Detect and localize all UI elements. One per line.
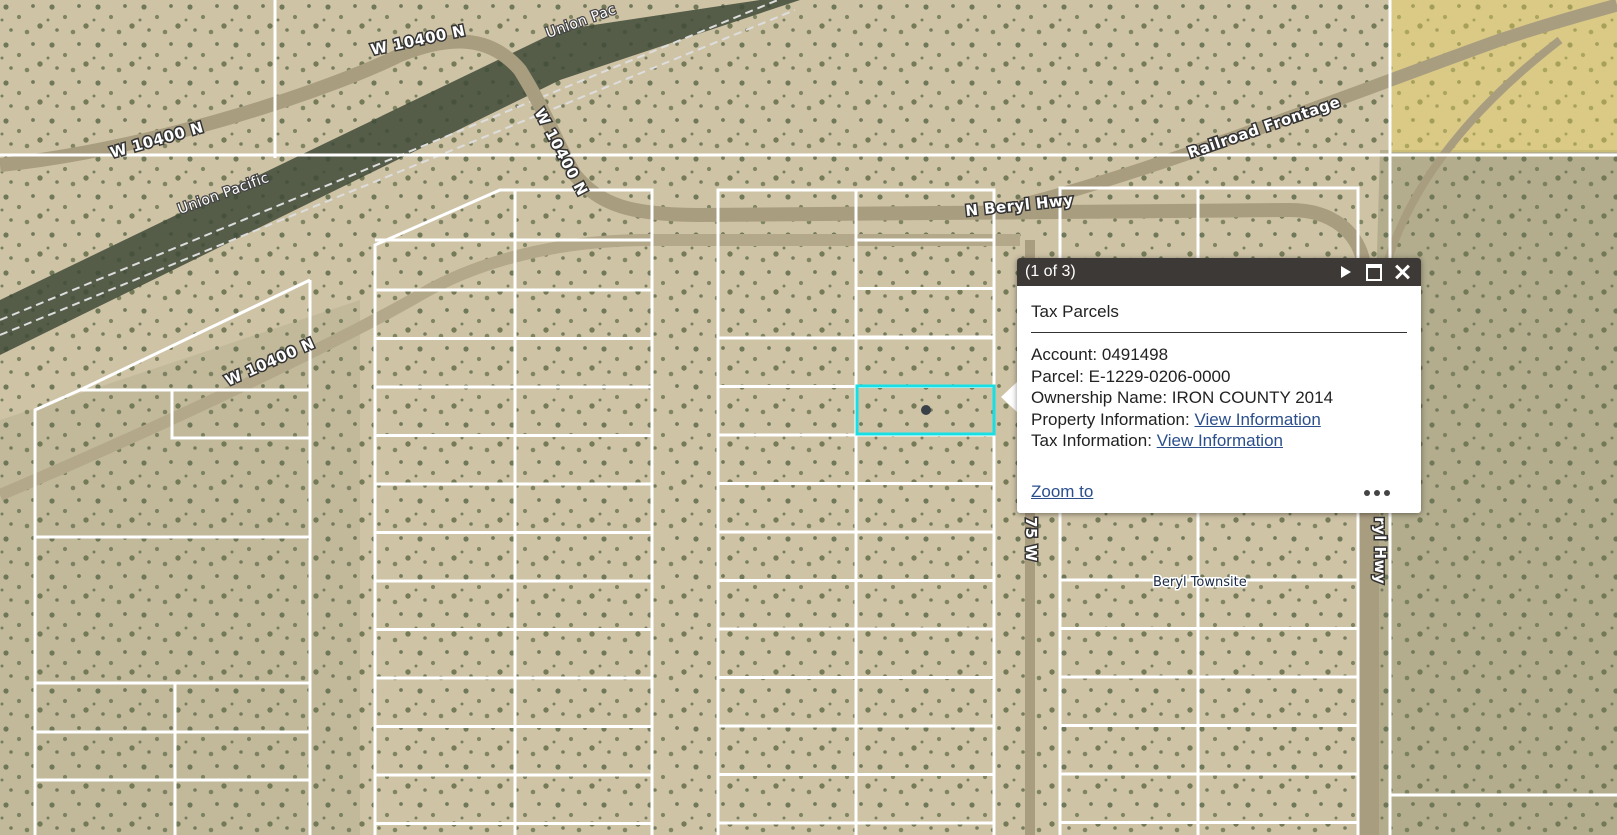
- zoom-to-link[interactable]: Zoom to: [1031, 482, 1093, 502]
- tax-info-link[interactable]: View Information: [1157, 431, 1283, 450]
- maximize-icon[interactable]: [1363, 262, 1385, 282]
- popup-feature-count: (1 of 3): [1025, 263, 1076, 280]
- attr-label: Ownership Name:: [1031, 388, 1168, 407]
- close-icon[interactable]: [1391, 262, 1413, 282]
- attr-label: Tax Information:: [1031, 431, 1152, 450]
- road-label-beryl-hwy: ryl Hwy: [1371, 517, 1389, 584]
- popup-header: (1 of 3): [1017, 258, 1421, 286]
- attr-account: Account: 0491498: [1031, 344, 1333, 366]
- attr-ownership-name: Ownership Name: IRON COUNTY 2014: [1031, 387, 1333, 409]
- popup-pointer: [1001, 381, 1018, 413]
- popup-title: Tax Parcels: [1031, 302, 1119, 321]
- highlighted-area: [1390, 0, 1617, 152]
- attr-tax-information: Tax Information: View Information: [1031, 430, 1333, 452]
- more-options-icon[interactable]: [1364, 487, 1392, 499]
- popup-attributes: Account: 0491498 Parcel: E-1229-0206-000…: [1031, 344, 1333, 452]
- popup-divider: [1031, 332, 1407, 333]
- attr-value: E-1229-0206-0000: [1088, 366, 1231, 386]
- feature-popup: (1 of 3) Tax Parcels Account: 0491498 Pa…: [1017, 258, 1421, 513]
- next-icon[interactable]: [1334, 262, 1356, 282]
- attr-parcel: Parcel: E-1229-0206-0000: [1031, 366, 1333, 388]
- selected-parcel-marker: [921, 405, 931, 415]
- attr-property-information: Property Information: View Information: [1031, 409, 1333, 431]
- property-info-link[interactable]: View Information: [1194, 410, 1320, 429]
- attr-label: Property Information:: [1031, 409, 1190, 429]
- attr-value: 0491498: [1101, 345, 1169, 364]
- attr-label: Account:: [1031, 345, 1098, 364]
- attr-label: Parcel:: [1031, 366, 1084, 386]
- place-label-beryl-townsite: Beryl Townsite: [1153, 575, 1247, 590]
- attr-value: IRON COUNTY 2014: [1171, 388, 1334, 407]
- road-label-75-w: 75 W: [1022, 517, 1040, 562]
